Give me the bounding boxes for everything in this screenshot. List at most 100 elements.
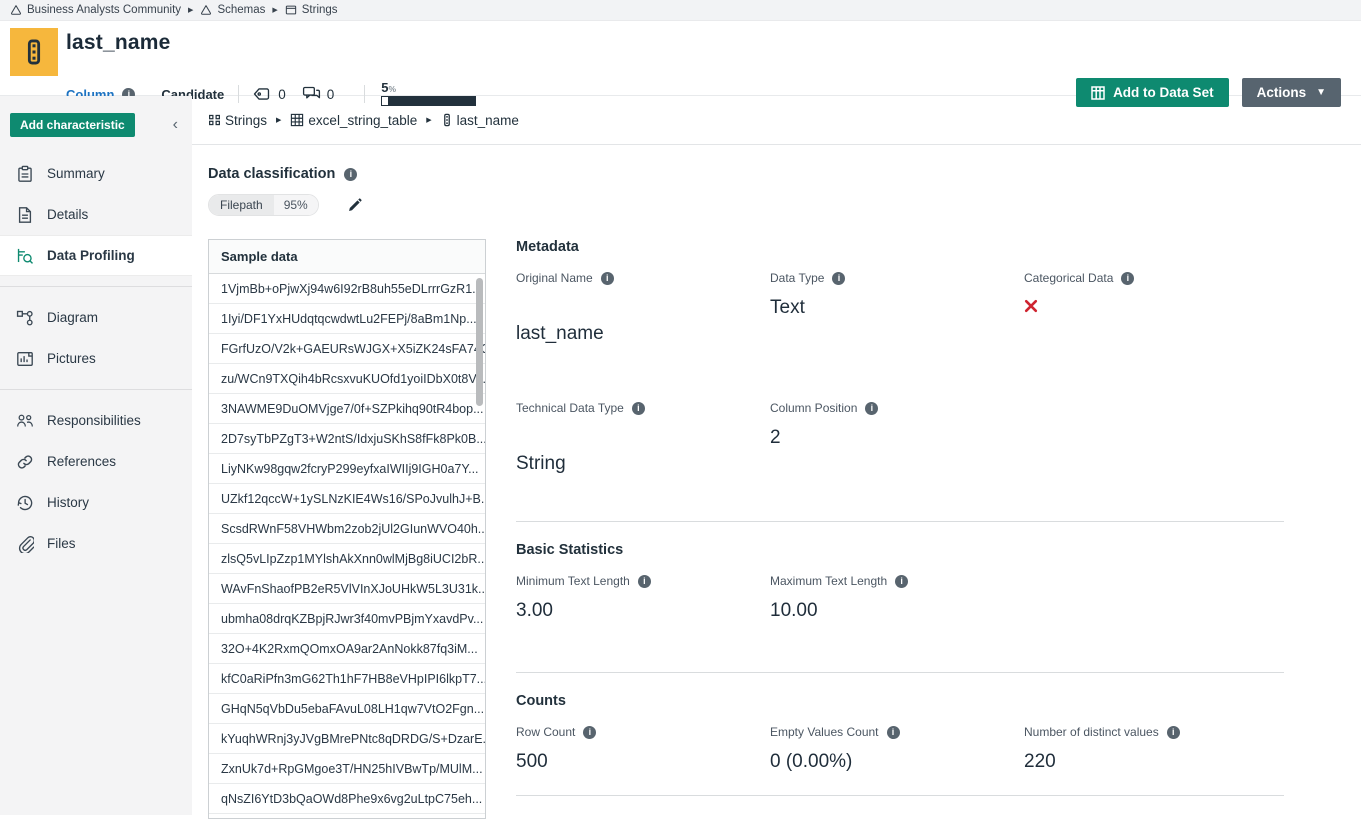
info-icon[interactable]: i [865, 402, 878, 415]
diagram-icon [16, 309, 34, 327]
breadcrumb-item-table[interactable]: excel_string_table [290, 113, 417, 128]
divider [516, 672, 1284, 673]
field-technical-data-type: Technical Data Typei String [516, 401, 770, 513]
sidebar-item-label: Summary [47, 166, 105, 181]
breadcrumb-label: last_name [457, 113, 519, 128]
content-area: Strings ▶ excel_string_table ▶ last_name… [192, 96, 1361, 815]
comments-count[interactable]: 0 [302, 86, 335, 102]
edit-pencil-icon[interactable] [347, 198, 362, 213]
breadcrumb-item-strings[interactable]: Strings [285, 4, 338, 16]
breadcrumb-separator-icon: ▶ [426, 116, 431, 124]
breadcrumb-item-schemas[interactable]: Schemas [200, 4, 265, 16]
list-item: 2D7syTbPZgT3+W2ntS/IdxjuSKhS8fFk8Pk0B... [209, 424, 485, 454]
sidebar-item-label: Details [47, 207, 88, 222]
list-item: qNsZI6YtD3bQaOWd8Phe9x6vg2uLtpC75eh... [209, 784, 485, 814]
sidebar-item-history[interactable]: History [0, 482, 192, 523]
comments-count-value: 0 [327, 87, 335, 102]
breadcrumb-item-schema[interactable]: Strings [208, 113, 267, 128]
sidebar-item-data-profiling[interactable]: Data Profiling [0, 235, 192, 276]
list-item: 1Iyi/DF1YxHUdqtqcwdwtLu2FEPj/8aBm1Np... [209, 304, 485, 334]
sidebar-item-responsibilities[interactable]: Responsibilities [0, 400, 192, 441]
info-icon[interactable]: i [601, 272, 614, 285]
min-text-length-value: 3.00 [516, 600, 770, 622]
completeness-bar-fill [382, 97, 388, 105]
original-name-value: last_name [516, 323, 770, 345]
breadcrumb-label: Business Analysts Community [27, 4, 181, 16]
profiling-panel: Metadata Original Namei last_name Data T… [516, 239, 1284, 819]
divider [238, 85, 239, 103]
list-item: UZkf12qccW+1ySLNzKIE4Ws16/SPoJvulhJ+B... [209, 484, 485, 514]
history-clock-icon [16, 494, 34, 512]
paperclip-icon [16, 535, 34, 553]
scrollbar-thumb[interactable] [476, 278, 483, 406]
metadata-title: Metadata [516, 239, 1284, 255]
collapse-sidebar-icon[interactable]: ‹ [173, 117, 178, 133]
chevron-down-icon: ▼ [1316, 87, 1326, 98]
sidebar-item-references[interactable]: References [0, 441, 192, 482]
sidebar-item-label: Responsibilities [47, 413, 141, 428]
divider [0, 389, 192, 390]
sample-data-header: Sample data [209, 240, 485, 274]
add-characteristic-button[interactable]: Add characteristic [10, 113, 135, 137]
sidebar-item-diagram[interactable]: Diagram [0, 297, 192, 338]
sample-data-list: 1VjmBb+oPjwXj94w6I92rB8uh55eDLrrrGzR1...… [209, 274, 485, 814]
sidebar-item-files[interactable]: Files [0, 523, 192, 564]
tags-count[interactable]: 0 [253, 87, 286, 102]
field-column-position: Column Positioni 2 [770, 401, 1024, 513]
add-to-dataset-button[interactable]: Add to Data Set [1076, 78, 1229, 107]
distinct-values-value: 220 [1024, 751, 1284, 773]
clipboard-icon [16, 165, 34, 183]
header-buttons: Add to Data Set Actions ▼ [1076, 78, 1341, 107]
list-item: zlsQ5vLIpZzp1MYlshAkXnn0wlMjBg8iUCI2bR..… [209, 544, 485, 574]
list-item: ZxnUk7d+RpGMgoe3T/HN25hIVBwTp/MUlM... [209, 754, 485, 784]
document-icon [16, 206, 34, 224]
breadcrumb-item-community[interactable]: Business Analysts Community [10, 4, 181, 16]
top-breadcrumb: Business Analysts Community ▶ Schemas ▶ … [0, 0, 1361, 21]
field-row-count: Row Counti 500 [516, 725, 770, 795]
divider [364, 85, 365, 103]
sidebar-item-pictures[interactable]: Pictures [0, 338, 192, 379]
info-icon[interactable]: i [638, 575, 651, 588]
classification-tag[interactable]: Filepath 95% [208, 194, 319, 216]
classification-tag-label: Filepath [209, 195, 274, 215]
info-icon[interactable]: i [583, 726, 596, 739]
field-empty-values-count: Empty Values Counti 0 (0.00%) [770, 725, 1024, 795]
info-icon[interactable]: i [887, 726, 900, 739]
asset-header: last_name Column i Candidate 0 0 5% Add … [0, 21, 1361, 96]
row-count-value: 500 [516, 751, 770, 773]
info-icon[interactable]: i [1121, 272, 1134, 285]
info-icon[interactable]: i [1167, 726, 1180, 739]
sidebar-item-details[interactable]: Details [0, 194, 192, 235]
list-item: kfC0aRiPfn3mG62Th1hF7HB8eVHpIPI6lkpT7... [209, 664, 485, 694]
info-icon[interactable]: i [832, 272, 845, 285]
list-item: FGrfUzO/V2k+GAEURsWJGX+X5iZK24sFA74Q... [209, 334, 485, 364]
breadcrumb-separator-icon: ▶ [276, 116, 281, 124]
sidebar: Add characteristic ‹ Summary Details Dat… [0, 96, 192, 815]
field-min-text-length: Minimum Text Lengthi 3.00 [516, 574, 770, 672]
comments-icon [302, 86, 321, 102]
info-icon[interactable]: i [344, 168, 357, 181]
info-icon[interactable]: i [895, 575, 908, 588]
tags-count-value: 0 [278, 87, 286, 102]
data-classification-title: Data classification i [208, 166, 1361, 182]
breadcrumb-label: Strings [302, 4, 338, 16]
column-icon [20, 38, 48, 66]
list-item: ubmha08drqKZBpjRJwr3f40mvPBjmYxavdPv... [209, 604, 485, 634]
breadcrumb-separator-icon: ▶ [188, 6, 193, 14]
list-item: 1VjmBb+oPjwXj94w6I92rB8uh55eDLrrrGzR1... [209, 274, 485, 304]
dataset-grid-icon [1091, 86, 1105, 100]
list-item: WAvFnShaofPB2eR5VlVInXJoUHkW5L3U31k... [209, 574, 485, 604]
completeness-label: 5% [381, 82, 476, 95]
breadcrumb-item-column: last_name [441, 113, 519, 128]
sidebar-item-label: Pictures [47, 351, 96, 366]
sidebar-item-label: Data Profiling [47, 248, 135, 263]
column-icon [441, 113, 453, 127]
field-data-type: Data Typei Text [770, 271, 1024, 401]
empty-values-count-value: 0 (0.00%) [770, 751, 1024, 773]
data-type-value: Text [770, 297, 1024, 319]
actions-button[interactable]: Actions ▼ [1242, 78, 1341, 107]
link-icon [16, 453, 34, 471]
picture-icon [16, 350, 34, 368]
sidebar-item-summary[interactable]: Summary [0, 153, 192, 194]
info-icon[interactable]: i [632, 402, 645, 415]
